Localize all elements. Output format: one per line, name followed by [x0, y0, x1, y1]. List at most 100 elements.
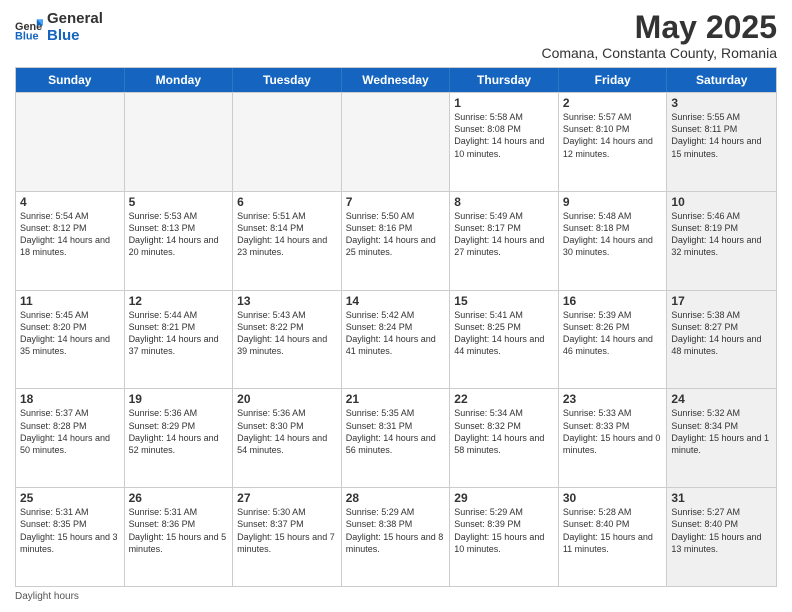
- page: General Blue General Blue May 2025 Coman…: [0, 0, 792, 612]
- cell-info: Sunrise: 5:29 AMSunset: 8:39 PMDaylight:…: [454, 506, 554, 555]
- weekday-header-sunday: Sunday: [16, 68, 125, 92]
- day-number: 9: [563, 195, 663, 209]
- cell-info: Sunrise: 5:50 AMSunset: 8:16 PMDaylight:…: [346, 210, 446, 259]
- weekday-header-saturday: Saturday: [667, 68, 776, 92]
- day-number: 20: [237, 392, 337, 406]
- calendar-cell-27: 27Sunrise: 5:30 AMSunset: 8:37 PMDayligh…: [233, 488, 342, 586]
- day-number: 23: [563, 392, 663, 406]
- cell-info: Sunrise: 5:29 AMSunset: 8:38 PMDaylight:…: [346, 506, 446, 555]
- calendar-cell-11: 11Sunrise: 5:45 AMSunset: 8:20 PMDayligh…: [16, 291, 125, 389]
- cell-info: Sunrise: 5:54 AMSunset: 8:12 PMDaylight:…: [20, 210, 120, 259]
- calendar-cell-12: 12Sunrise: 5:44 AMSunset: 8:21 PMDayligh…: [125, 291, 234, 389]
- weekday-header-monday: Monday: [125, 68, 234, 92]
- logo-icon: General Blue: [15, 13, 43, 41]
- weekday-header-thursday: Thursday: [450, 68, 559, 92]
- title-block: May 2025 Comana, Constanta County, Roman…: [541, 10, 777, 61]
- calendar-cell-15: 15Sunrise: 5:41 AMSunset: 8:25 PMDayligh…: [450, 291, 559, 389]
- calendar-cell-2: 2Sunrise: 5:57 AMSunset: 8:10 PMDaylight…: [559, 93, 668, 191]
- cell-info: Sunrise: 5:43 AMSunset: 8:22 PMDaylight:…: [237, 309, 337, 358]
- cell-info: Sunrise: 5:38 AMSunset: 8:27 PMDaylight:…: [671, 309, 772, 358]
- header: General Blue General Blue May 2025 Coman…: [15, 10, 777, 61]
- day-number: 7: [346, 195, 446, 209]
- cell-info: Sunrise: 5:41 AMSunset: 8:25 PMDaylight:…: [454, 309, 554, 358]
- calendar-cell-19: 19Sunrise: 5:36 AMSunset: 8:29 PMDayligh…: [125, 389, 234, 487]
- logo-blue: Blue: [47, 27, 103, 44]
- day-number: 28: [346, 491, 446, 505]
- calendar-cell-10: 10Sunrise: 5:46 AMSunset: 8:19 PMDayligh…: [667, 192, 776, 290]
- weekday-header-friday: Friday: [559, 68, 668, 92]
- calendar-cell-17: 17Sunrise: 5:38 AMSunset: 8:27 PMDayligh…: [667, 291, 776, 389]
- weekday-header-tuesday: Tuesday: [233, 68, 342, 92]
- calendar-cell-25: 25Sunrise: 5:31 AMSunset: 8:35 PMDayligh…: [16, 488, 125, 586]
- day-number: 1: [454, 96, 554, 110]
- calendar-cell-5: 5Sunrise: 5:53 AMSunset: 8:13 PMDaylight…: [125, 192, 234, 290]
- day-number: 22: [454, 392, 554, 406]
- logo: General Blue General Blue: [15, 10, 103, 45]
- day-number: 29: [454, 491, 554, 505]
- cell-info: Sunrise: 5:28 AMSunset: 8:40 PMDaylight:…: [563, 506, 663, 555]
- day-number: 31: [671, 491, 772, 505]
- calendar-cell-18: 18Sunrise: 5:37 AMSunset: 8:28 PMDayligh…: [16, 389, 125, 487]
- calendar-cell-13: 13Sunrise: 5:43 AMSunset: 8:22 PMDayligh…: [233, 291, 342, 389]
- calendar-cell-21: 21Sunrise: 5:35 AMSunset: 8:31 PMDayligh…: [342, 389, 451, 487]
- calendar-row-4: 18Sunrise: 5:37 AMSunset: 8:28 PMDayligh…: [16, 388, 776, 487]
- calendar-row-3: 11Sunrise: 5:45 AMSunset: 8:20 PMDayligh…: [16, 290, 776, 389]
- calendar-cell-6: 6Sunrise: 5:51 AMSunset: 8:14 PMDaylight…: [233, 192, 342, 290]
- cell-info: Sunrise: 5:44 AMSunset: 8:21 PMDaylight:…: [129, 309, 229, 358]
- day-number: 19: [129, 392, 229, 406]
- daylight-label: Daylight hours: [15, 591, 79, 602]
- cell-info: Sunrise: 5:31 AMSunset: 8:35 PMDaylight:…: [20, 506, 120, 555]
- location-subtitle: Comana, Constanta County, Romania: [541, 45, 777, 61]
- day-number: 17: [671, 294, 772, 308]
- day-number: 25: [20, 491, 120, 505]
- cell-info: Sunrise: 5:49 AMSunset: 8:17 PMDaylight:…: [454, 210, 554, 259]
- cell-info: Sunrise: 5:51 AMSunset: 8:14 PMDaylight:…: [237, 210, 337, 259]
- month-title: May 2025: [541, 10, 777, 45]
- calendar-cell-4: 4Sunrise: 5:54 AMSunset: 8:12 PMDaylight…: [16, 192, 125, 290]
- cell-info: Sunrise: 5:53 AMSunset: 8:13 PMDaylight:…: [129, 210, 229, 259]
- day-number: 18: [20, 392, 120, 406]
- day-number: 6: [237, 195, 337, 209]
- cell-info: Sunrise: 5:55 AMSunset: 8:11 PMDaylight:…: [671, 111, 772, 160]
- cell-info: Sunrise: 5:46 AMSunset: 8:19 PMDaylight:…: [671, 210, 772, 259]
- calendar-cell-empty: [342, 93, 451, 191]
- calendar-row-1: 1Sunrise: 5:58 AMSunset: 8:08 PMDaylight…: [16, 92, 776, 191]
- calendar-cell-23: 23Sunrise: 5:33 AMSunset: 8:33 PMDayligh…: [559, 389, 668, 487]
- day-number: 26: [129, 491, 229, 505]
- calendar-cell-empty: [16, 93, 125, 191]
- calendar: SundayMondayTuesdayWednesdayThursdayFrid…: [15, 67, 777, 587]
- calendar-cell-30: 30Sunrise: 5:28 AMSunset: 8:40 PMDayligh…: [559, 488, 668, 586]
- day-number: 16: [563, 294, 663, 308]
- day-number: 4: [20, 195, 120, 209]
- calendar-cell-29: 29Sunrise: 5:29 AMSunset: 8:39 PMDayligh…: [450, 488, 559, 586]
- cell-info: Sunrise: 5:31 AMSunset: 8:36 PMDaylight:…: [129, 506, 229, 555]
- day-number: 12: [129, 294, 229, 308]
- cell-info: Sunrise: 5:57 AMSunset: 8:10 PMDaylight:…: [563, 111, 663, 160]
- day-number: 30: [563, 491, 663, 505]
- day-number: 15: [454, 294, 554, 308]
- day-number: 11: [20, 294, 120, 308]
- cell-info: Sunrise: 5:32 AMSunset: 8:34 PMDaylight:…: [671, 407, 772, 456]
- day-number: 24: [671, 392, 772, 406]
- calendar-cell-8: 8Sunrise: 5:49 AMSunset: 8:17 PMDaylight…: [450, 192, 559, 290]
- calendar-header: SundayMondayTuesdayWednesdayThursdayFrid…: [16, 68, 776, 92]
- day-number: 13: [237, 294, 337, 308]
- day-number: 14: [346, 294, 446, 308]
- cell-info: Sunrise: 5:58 AMSunset: 8:08 PMDaylight:…: [454, 111, 554, 160]
- weekday-header-wednesday: Wednesday: [342, 68, 451, 92]
- calendar-cell-24: 24Sunrise: 5:32 AMSunset: 8:34 PMDayligh…: [667, 389, 776, 487]
- calendar-cell-9: 9Sunrise: 5:48 AMSunset: 8:18 PMDaylight…: [559, 192, 668, 290]
- calendar-cell-empty: [125, 93, 234, 191]
- cell-info: Sunrise: 5:27 AMSunset: 8:40 PMDaylight:…: [671, 506, 772, 555]
- day-number: 3: [671, 96, 772, 110]
- calendar-row-5: 25Sunrise: 5:31 AMSunset: 8:35 PMDayligh…: [16, 487, 776, 586]
- svg-text:Blue: Blue: [15, 31, 39, 42]
- day-number: 5: [129, 195, 229, 209]
- calendar-cell-7: 7Sunrise: 5:50 AMSunset: 8:16 PMDaylight…: [342, 192, 451, 290]
- day-number: 2: [563, 96, 663, 110]
- calendar-cell-20: 20Sunrise: 5:36 AMSunset: 8:30 PMDayligh…: [233, 389, 342, 487]
- calendar-cell-31: 31Sunrise: 5:27 AMSunset: 8:40 PMDayligh…: [667, 488, 776, 586]
- day-number: 27: [237, 491, 337, 505]
- calendar-cell-28: 28Sunrise: 5:29 AMSunset: 8:38 PMDayligh…: [342, 488, 451, 586]
- calendar-cell-22: 22Sunrise: 5:34 AMSunset: 8:32 PMDayligh…: [450, 389, 559, 487]
